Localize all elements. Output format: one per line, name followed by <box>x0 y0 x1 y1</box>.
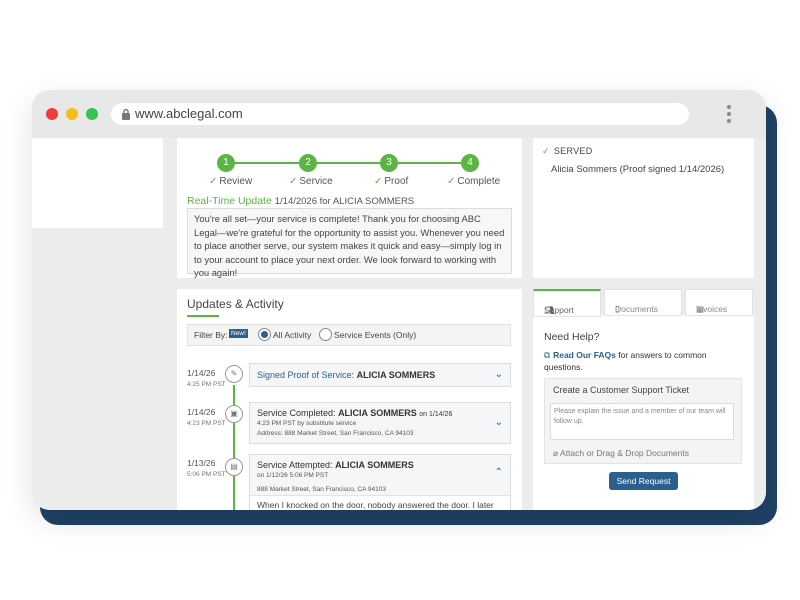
support-ticket-form: Create a Customer Support Ticket Please … <box>544 378 742 464</box>
external-link-icon: ⧉ <box>544 350 551 360</box>
chevron-down-icon[interactable]: ⌄ <box>495 369 503 380</box>
send-request-button[interactable]: Send Request <box>609 472 678 490</box>
all-activity-label[interactable]: All Activity <box>273 330 311 340</box>
event-row[interactable]: Service Attempted: ALICIA SOMMERS on 1/1… <box>249 454 511 510</box>
service-events-radio[interactable] <box>319 328 332 341</box>
event-body: When I knocked on the door, nobody answe… <box>250 495 510 510</box>
faq-text: ⧉ Read Our FAQs for answers to common que… <box>544 350 707 372</box>
attach-documents[interactable]: ⌀ Attach or Drag & Drop Documents <box>553 448 689 459</box>
step-2-circle: 2 <box>299 154 317 172</box>
browser-menu-icon[interactable] <box>727 105 731 126</box>
page-content: 1 2 3 4 ✓ Review ✓ Service ✓ Proof ✓ Complet… <box>32 138 766 510</box>
title-underline <box>187 315 219 317</box>
event-time: 4:23 PM PST <box>187 420 226 427</box>
event-subline: on 1/12/26 5:06 PM PST <box>257 472 329 479</box>
address-bar[interactable]: www.abclegal.com <box>111 103 689 125</box>
support-tabs: 👥︎ Support ▯ Documents ▦ Invoices <box>533 289 754 317</box>
browser-chrome: www.abclegal.com <box>32 90 766 138</box>
step-1-label: ✓ Review <box>209 176 253 187</box>
progress-track <box>226 162 470 164</box>
clipboard-icon: ▤ <box>225 458 243 476</box>
maximize-window-button[interactable] <box>86 108 98 120</box>
realtime-meta: 1/14/2026 for ALICIA SOMMERS <box>274 196 415 207</box>
need-help-heading: Need Help? <box>544 331 600 343</box>
event-row[interactable]: Signed Proof of Service: ALICIA SOMMERS … <box>249 363 511 387</box>
served-heading: ✓ SERVED <box>542 146 593 156</box>
event-address: Address: 888 Market Street, San Francisc… <box>257 430 414 437</box>
event-date: 1/14/26 <box>187 368 216 378</box>
updates-card: Updates & Activity Filter By: New! All A… <box>177 289 522 510</box>
browser-window: www.abclegal.com 1 2 3 4 ✓ Review ✓ Servic… <box>32 90 766 510</box>
ticket-description-field[interactable]: Please explain the issue and a member of… <box>550 403 734 440</box>
realtime-message: You're all set—your service is complete!… <box>187 208 512 278</box>
step-3-circle: 3 <box>380 154 398 172</box>
event-time: 4:25 PM PST <box>187 381 226 388</box>
support-card: 👥︎ Support ▯ Documents ▦ Invoices Need H… <box>533 289 754 510</box>
left-panel <box>32 138 163 228</box>
tab-documents[interactable]: ▯ Documents <box>604 289 682 316</box>
realtime-update-heading: Real-Time Update 1/14/2026 for ALICIA SO… <box>187 195 414 207</box>
step-4-circle: 4 <box>461 154 479 172</box>
event-title: Service Completed: ALICIA SOMMERS on 1/1… <box>257 408 453 418</box>
close-window-button[interactable] <box>46 108 58 120</box>
ticket-title: Create a Customer Support Ticket <box>553 385 690 395</box>
step-2-label: ✓ Service <box>289 176 333 187</box>
event-address: 888 Market Street, San Francisco, CA 941… <box>257 486 386 493</box>
filter-bar: Filter By: New! All Activity Service Eve… <box>187 324 511 346</box>
all-activity-radio[interactable] <box>258 328 271 341</box>
event-title: Signed Proof of Service: ALICIA SOMMERS <box>257 370 436 380</box>
check-icon: ✓ <box>542 146 550 156</box>
served-card: ✓ SERVED Alicia Sommers (Proof signed 1/1… <box>533 138 754 278</box>
tab-invoices[interactable]: ▦ Invoices <box>685 289 753 316</box>
event-subline: 4:23 PM PST by substitute service <box>257 420 357 427</box>
event-time: 5:06 PM PST <box>187 471 226 478</box>
chevron-down-icon[interactable]: ⌄ <box>495 417 503 428</box>
step-1-circle: 1 <box>217 154 235 172</box>
updates-title: Updates & Activity <box>187 297 284 311</box>
check-icon: ✓ <box>447 176 456 187</box>
timeline-line <box>233 385 235 510</box>
url-text: www.abclegal.com <box>135 106 243 121</box>
pen-icon: ✎ <box>225 365 243 383</box>
faq-link[interactable]: Read Our FAQs <box>553 350 616 360</box>
badge-check-icon: ▣ <box>225 405 243 423</box>
event-row[interactable]: Service Completed: ALICIA SOMMERS on 1/1… <box>249 402 511 444</box>
event-date: 1/13/26 <box>187 458 216 468</box>
realtime-label: Real-Time Update <box>187 195 272 207</box>
check-icon: ✓ <box>289 176 298 187</box>
event-date: 1/14/26 <box>187 407 216 417</box>
order-status-card: 1 2 3 4 ✓ Review ✓ Service ✓ Proof ✓ Complet… <box>177 138 522 278</box>
minimize-window-button[interactable] <box>66 108 78 120</box>
filter-label: Filter By: <box>194 330 228 340</box>
served-detail: Alicia Sommers (Proof signed 1/14/2026) <box>551 164 725 175</box>
step-3-label: ✓ Proof <box>374 176 409 187</box>
tab-support[interactable]: 👥︎ Support <box>533 289 601 317</box>
event-body-text: When I knocked on the door, nobody answe… <box>257 500 494 510</box>
check-icon: ✓ <box>374 176 383 187</box>
event-title: Service Attempted: ALICIA SOMMERS <box>257 460 414 470</box>
paperclip-icon: ⌀ <box>553 448 559 458</box>
chevron-up-icon[interactable]: ⌃ <box>495 467 503 478</box>
lock-icon <box>122 108 130 120</box>
new-badge: New! <box>229 329 248 338</box>
step-4-label: ✓ Complete <box>447 176 501 187</box>
check-icon: ✓ <box>209 176 218 187</box>
service-events-label[interactable]: Service Events (Only) <box>334 330 416 340</box>
